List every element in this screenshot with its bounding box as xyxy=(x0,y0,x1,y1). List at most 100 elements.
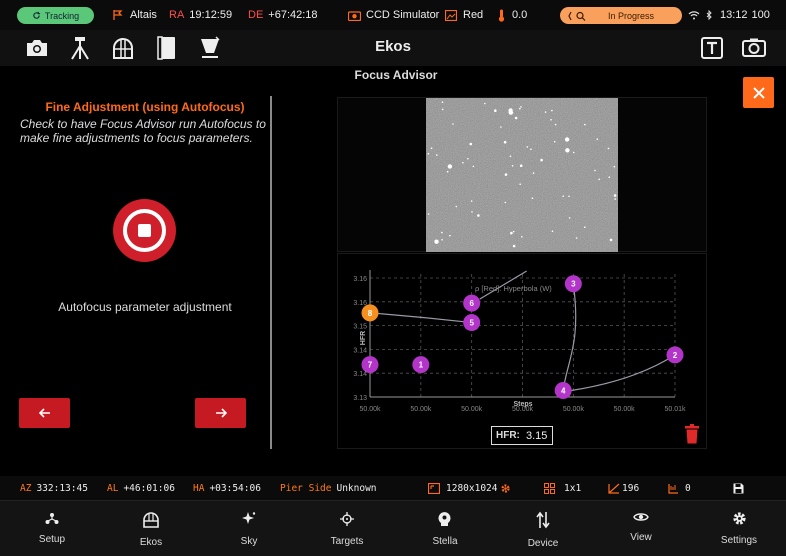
star xyxy=(550,118,552,121)
observatory-dome-icon[interactable] xyxy=(111,36,135,60)
nav-device-label: Device xyxy=(527,538,559,549)
save-button[interactable] xyxy=(733,476,744,500)
progress-badge[interactable]: In Progress xyxy=(560,7,682,24)
camera-icon[interactable] xyxy=(25,36,49,60)
panel-divider xyxy=(270,96,272,449)
star xyxy=(514,116,518,120)
save-icon xyxy=(733,483,744,493)
vcurve-chart[interactable]: 1 2 3 4 5 6 7 8 3.16 3.16 3.15 3.14 3.14 3.13 50.00k 5… xyxy=(338,254,708,450)
star xyxy=(500,126,502,128)
capture-frame-icon[interactable] xyxy=(742,36,766,60)
de-value: +67:42:18 xyxy=(268,9,318,21)
view-icon xyxy=(633,513,649,521)
tripod-icon[interactable] xyxy=(68,36,92,60)
temperature-status: 0.0 xyxy=(498,0,527,30)
tracking-badge[interactable]: Tracking xyxy=(17,7,94,24)
focus-point-label: 7 xyxy=(368,361,373,370)
bluetooth-icon xyxy=(706,9,712,20)
focus-point-label: 6 xyxy=(469,299,474,308)
flat-panel-icon[interactable] xyxy=(198,36,222,60)
star xyxy=(554,123,557,126)
nav-stella[interactable]: Stella xyxy=(410,511,480,547)
star xyxy=(471,211,473,213)
nav-sky[interactable]: Sky xyxy=(214,511,284,547)
star xyxy=(434,239,439,244)
status-label: Autofocus parameter adjustment xyxy=(58,300,232,314)
status-bar: Tracking Altais RA 19:12:59 DE +67:42:18… xyxy=(0,0,786,30)
star xyxy=(469,142,473,146)
star xyxy=(531,197,534,199)
frame-size-control[interactable]: 1280x1024 xyxy=(428,476,511,500)
star xyxy=(494,109,497,112)
nav-view[interactable]: View xyxy=(606,511,676,543)
chart-xlabel: Steps xyxy=(513,401,532,408)
x-tick-label: 50.00k xyxy=(563,406,585,413)
x-tick-label: 50.00k xyxy=(614,406,636,413)
close-button[interactable] xyxy=(743,77,774,108)
step-description: Check to have Focus Advisor run Autofocu… xyxy=(20,117,266,145)
hfr-label: HFR: xyxy=(496,430,520,441)
camera-status[interactable]: CCD Simulator xyxy=(348,0,439,30)
next-button[interactable] xyxy=(195,398,246,428)
star xyxy=(472,165,475,168)
x-tick-label: 50.00k xyxy=(410,406,432,413)
de-readout: DE +67:42:18 xyxy=(248,0,318,30)
notebook-icon[interactable] xyxy=(155,36,179,60)
star xyxy=(512,244,516,248)
binning-control[interactable]: 1x1 xyxy=(544,476,581,500)
text-overlay-icon[interactable] xyxy=(700,36,724,60)
star xyxy=(470,200,473,202)
offset-control[interactable]: 0 xyxy=(668,476,691,500)
focus-point-label: 8 xyxy=(368,309,373,318)
chart-annotation: ρ [Red]: Hyperbola (W) xyxy=(475,284,552,293)
nav-targets[interactable]: Targets xyxy=(312,511,382,547)
az-value: 332:13:45 xyxy=(36,482,88,494)
targets-icon xyxy=(340,512,354,526)
delete-icon[interactable] xyxy=(684,424,700,444)
nav-setup[interactable]: Setup xyxy=(17,511,87,545)
ha-label: HA xyxy=(193,482,205,494)
star xyxy=(562,195,564,197)
frame-size: 1280x1024 xyxy=(446,482,498,494)
star xyxy=(596,138,599,140)
stella-icon xyxy=(438,512,451,526)
stop-autofocus-button[interactable] xyxy=(113,199,176,262)
star xyxy=(503,140,507,144)
star xyxy=(551,230,554,232)
star xyxy=(564,137,570,142)
focus-frame-image[interactable] xyxy=(426,98,618,252)
nav-settings[interactable]: Settings xyxy=(704,511,774,546)
camera-status-icon xyxy=(348,10,361,21)
star xyxy=(477,214,480,217)
nav-ekos[interactable]: Ekos xyxy=(116,511,186,548)
star xyxy=(613,194,617,197)
focus-point-label: 3 xyxy=(571,280,576,289)
star xyxy=(584,226,586,228)
star xyxy=(441,231,443,234)
previous-button[interactable] xyxy=(19,398,70,428)
x-tick-label: 50.00k xyxy=(461,406,483,413)
star xyxy=(544,111,547,113)
star xyxy=(607,147,610,150)
al-label: AL xyxy=(107,482,119,494)
ha-value: +03:54:06 xyxy=(209,482,261,494)
arrow-right-icon xyxy=(215,408,227,418)
pier-value: Unknown xyxy=(336,482,377,494)
de-label: DE xyxy=(248,9,264,21)
star xyxy=(509,155,512,158)
step-title: Fine Adjustment (using Autofocus) xyxy=(45,100,245,114)
filter-status[interactable]: Red xyxy=(445,0,483,30)
star xyxy=(441,239,443,241)
ra-label: RA xyxy=(169,9,185,21)
arrow-left-icon xyxy=(38,408,50,418)
pier-label: Pier Side xyxy=(280,482,332,494)
focus-point-label: 4 xyxy=(561,387,566,396)
stop-icon xyxy=(123,209,166,252)
mount-status[interactable]: Altais xyxy=(112,0,157,30)
gain-control[interactable]: 196 xyxy=(608,476,639,500)
star xyxy=(467,158,469,160)
nav-device[interactable]: Device xyxy=(508,511,578,549)
star xyxy=(484,102,486,105)
star xyxy=(568,195,570,198)
star xyxy=(447,164,453,169)
